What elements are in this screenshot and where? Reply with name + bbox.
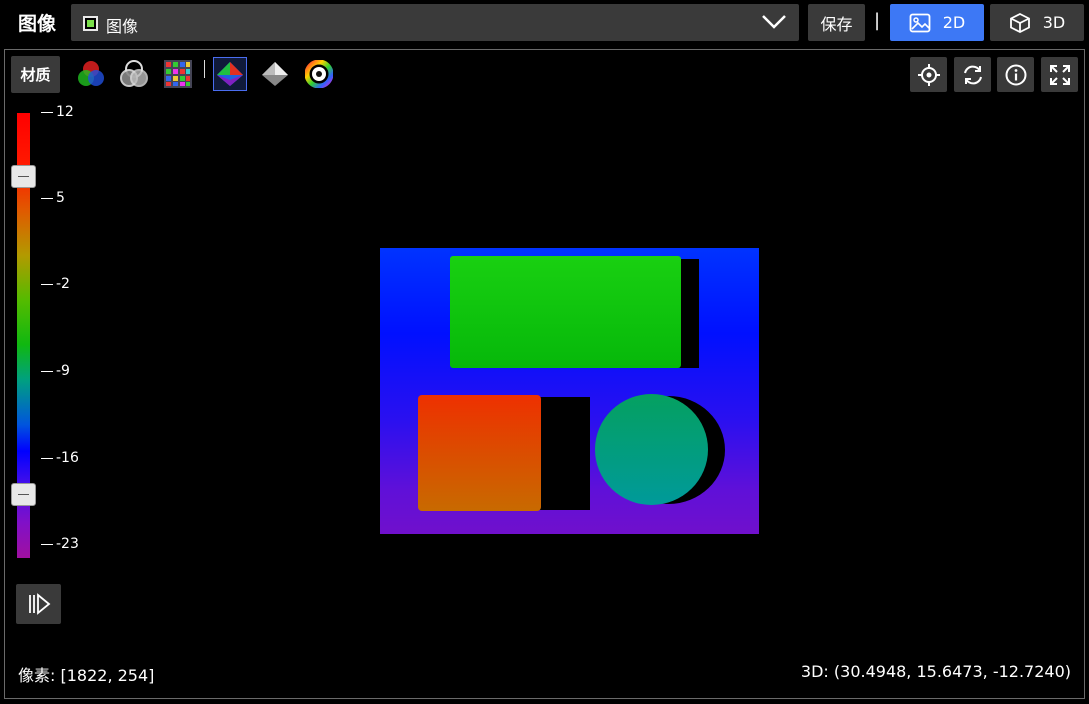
rgb-channels-icon[interactable] xyxy=(74,57,108,91)
toolbar-divider: | xyxy=(874,10,881,31)
colorbar-tick: -2 xyxy=(41,276,70,292)
save-button[interactable]: 保存 xyxy=(808,4,865,41)
refresh-icon xyxy=(963,65,982,84)
gray-shading-icon[interactable] xyxy=(258,57,292,91)
tool-separator xyxy=(204,60,205,78)
mode-2d-button[interactable]: 2D xyxy=(890,4,984,41)
image-icon xyxy=(909,13,931,32)
chevron-down-icon xyxy=(762,15,786,29)
fullscreen-button[interactable] xyxy=(1041,57,1078,92)
color-grid-icon[interactable] xyxy=(161,57,195,91)
colorbar-tick: -9 xyxy=(41,363,70,379)
object-shadow xyxy=(535,397,590,510)
fullscreen-icon xyxy=(1049,64,1070,85)
colorbar-tick: 12 xyxy=(41,104,74,120)
image-source-swatch-icon xyxy=(83,16,98,31)
color-wheel-icon[interactable] xyxy=(302,57,336,91)
colorbar-tick: -16 xyxy=(41,450,79,466)
material-button[interactable]: 材质 xyxy=(11,56,60,93)
mode-3d-button[interactable]: 3D xyxy=(990,4,1084,41)
coord-3d-readout: 3D: (30.4948, 15.6473, -12.7240) xyxy=(800,662,1071,681)
image-source-label: 图像 xyxy=(106,17,139,36)
step-play-icon xyxy=(28,593,50,615)
info-button[interactable] xyxy=(997,57,1034,92)
image-viewer[interactable]: 材质 12 5 -2 -9 -16 -23 像素: [1822, 254] 3D… xyxy=(4,49,1085,699)
mode-3d-label: 3D xyxy=(1042,13,1066,32)
grayscale-channels-icon[interactable] xyxy=(117,57,151,91)
play-button[interactable] xyxy=(16,584,61,624)
panel-title: 图像 xyxy=(18,13,57,35)
mode-2d-label: 2D xyxy=(942,13,966,32)
pixel-readout: 像素: [1822, 254] xyxy=(18,666,155,685)
image-source-dropdown[interactable]: 图像 xyxy=(71,4,799,41)
colorbar-tick: -23 xyxy=(41,536,79,552)
colorbar-lower-handle[interactable] xyxy=(11,483,36,506)
color-depth-shading-icon[interactable] xyxy=(213,57,247,91)
locate-icon xyxy=(917,63,940,86)
locate-button[interactable] xyxy=(910,57,947,92)
colorbar-tick: 5 xyxy=(41,190,65,206)
green-box-object xyxy=(450,256,681,368)
refresh-button[interactable] xyxy=(954,57,991,92)
red-box-object xyxy=(418,395,541,511)
teal-disc-object xyxy=(595,394,708,505)
cube-icon xyxy=(1009,12,1030,33)
top-bar: 图像 图像 保存 | 2D 3D xyxy=(0,0,1089,46)
colorbar-upper-handle[interactable] xyxy=(11,165,36,188)
depth-image[interactable] xyxy=(380,248,759,534)
info-icon xyxy=(1005,64,1026,85)
